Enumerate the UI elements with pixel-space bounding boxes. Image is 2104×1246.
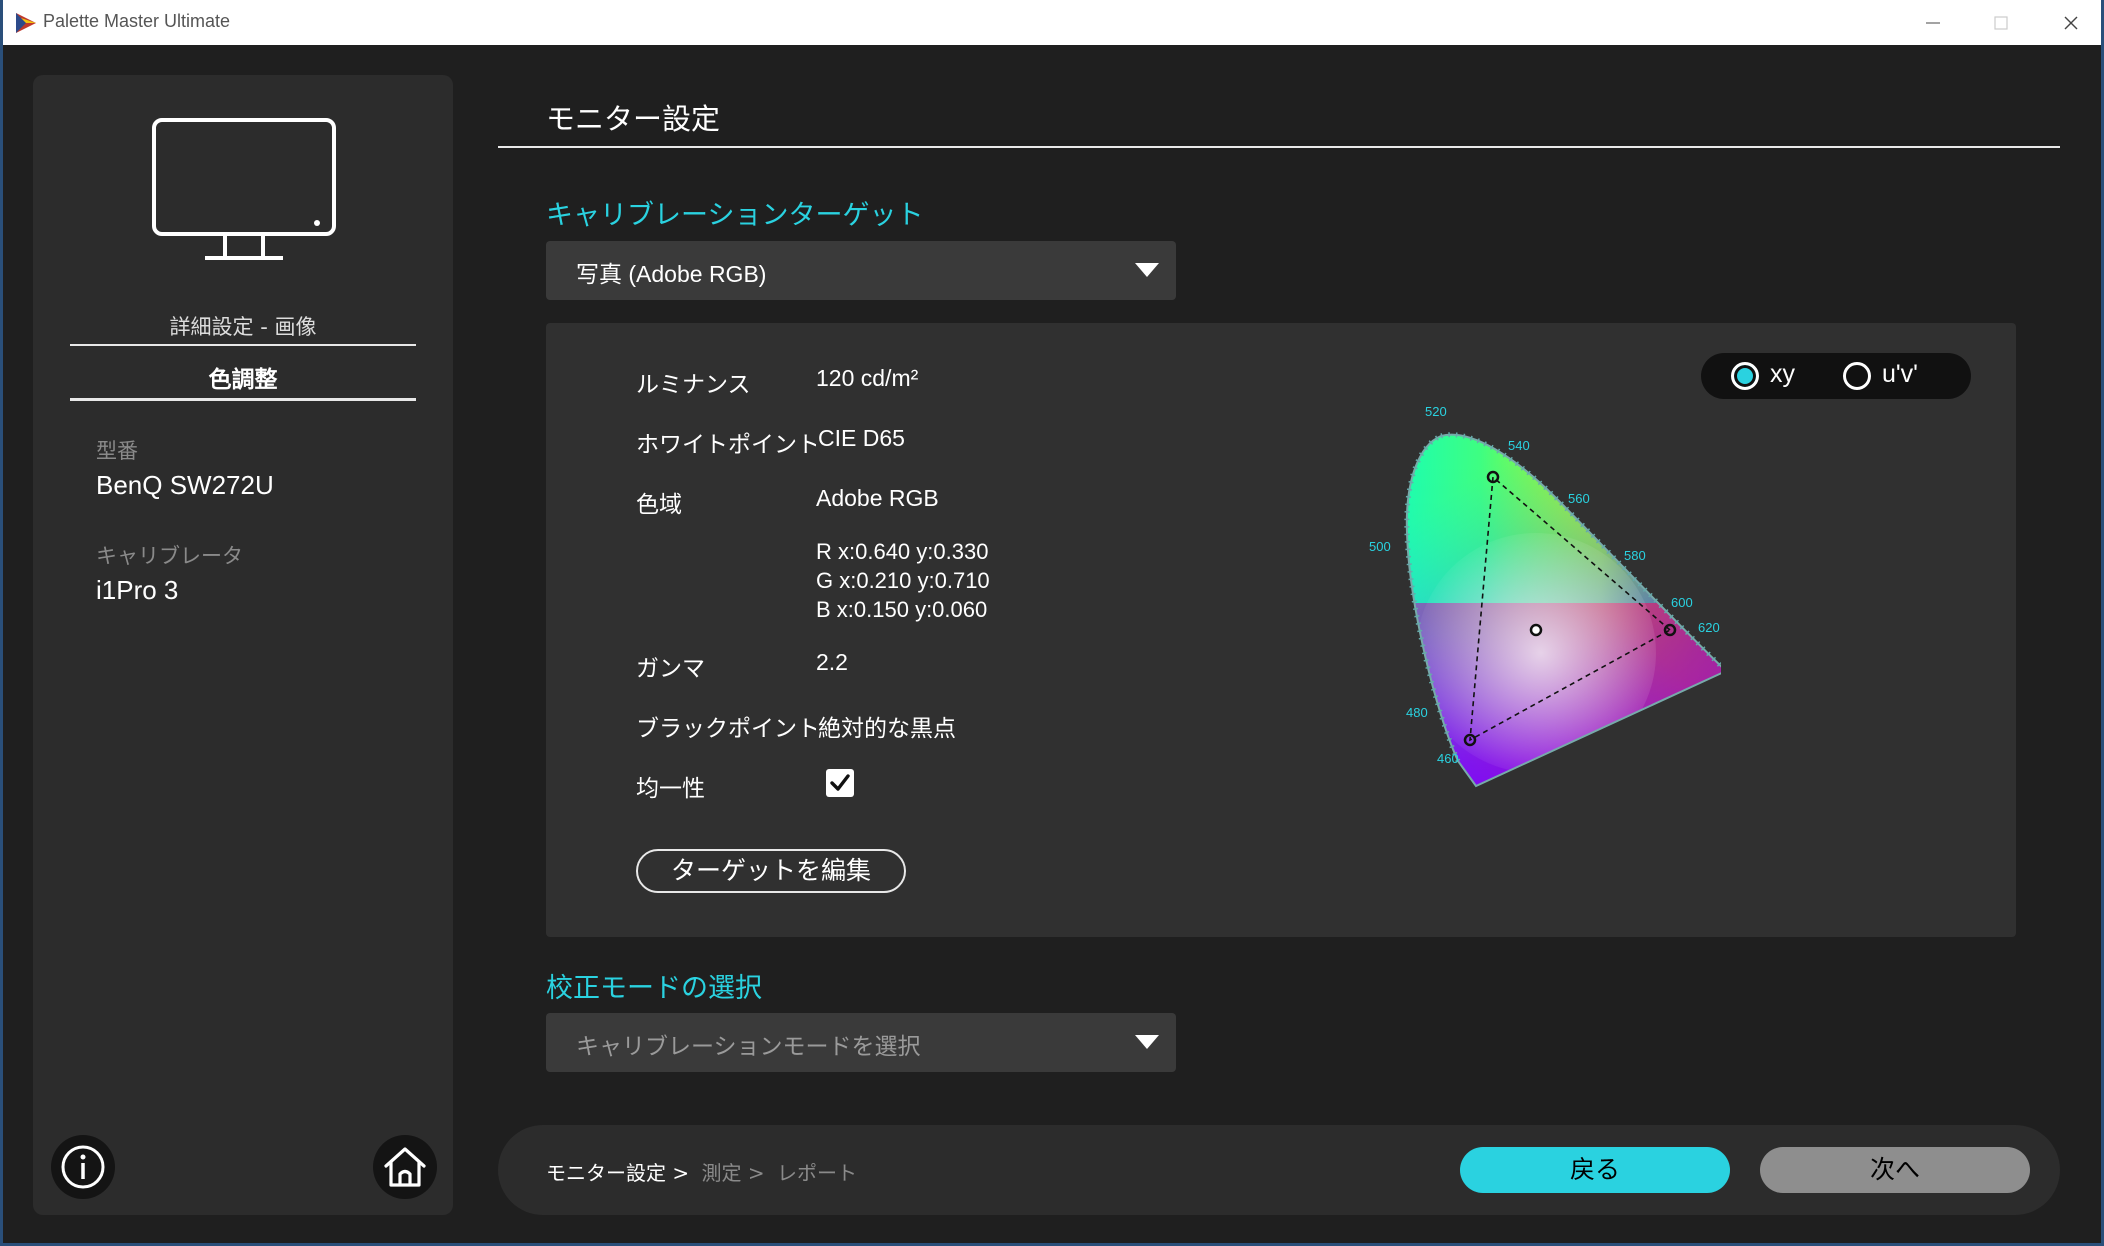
calibrator-value: i1Pro 3 xyxy=(96,575,179,605)
maximize-icon xyxy=(1994,16,2008,30)
info-icon xyxy=(61,1145,105,1189)
model-value: BenQ SW272U xyxy=(96,470,274,500)
calibration-target-dropdown[interactable]: 写真 (Adobe RGB) xyxy=(546,241,1176,300)
blackpoint-value: 絶対的な黒点 xyxy=(816,709,956,743)
sidebar-divider xyxy=(70,344,416,346)
chevron-down-icon xyxy=(1135,263,1159,277)
bottom-navigation-bar: モニター設定 > 測定 > レポート 戻る 次へ xyxy=(498,1125,2060,1215)
wavelength-label: 480 xyxy=(1406,705,1428,720)
model-label: 型番 xyxy=(96,439,138,463)
primary-green: G x:0.210 y:0.710 xyxy=(816,568,990,593)
sidebar-divider xyxy=(70,398,416,401)
window-title: Palette Master Ultimate xyxy=(43,11,231,31)
uniformity-label: 均一性 xyxy=(636,776,705,802)
back-button[interactable]: 戻る xyxy=(1460,1147,1730,1193)
wavelength-label: 600 xyxy=(1671,595,1693,610)
luminance-label: ルミナンス xyxy=(636,372,751,398)
chevron-down-icon xyxy=(1135,1035,1159,1049)
radio-uv[interactable] xyxy=(1843,362,1871,390)
sidebar-breadcrumb: 詳細設定 - 画像 xyxy=(169,315,317,339)
sidebar-section-title: 色調整 xyxy=(208,367,278,393)
blackpoint-label: ブラックポイント xyxy=(636,716,820,742)
gamut-value: Adobe RGB xyxy=(816,485,939,511)
calibration-target-value: 写真 (Adobe RGB) xyxy=(576,261,767,287)
wavelength-label: 500 xyxy=(1369,539,1391,554)
luminance-value: 120 cd/m² xyxy=(816,365,919,391)
uniformity-checkbox[interactable] xyxy=(826,769,854,797)
close-button[interactable] xyxy=(2051,6,2091,40)
info-button[interactable] xyxy=(51,1135,115,1199)
app-logo-icon xyxy=(16,13,36,33)
calibration-target-heading: キャリブレーションターゲット xyxy=(546,200,924,231)
primary-blue: B x:0.150 y:0.060 xyxy=(816,597,988,622)
minimize-icon xyxy=(1926,22,1940,24)
calibrator-label: キャリブレータ xyxy=(96,544,243,568)
next-button[interactable]: 次へ xyxy=(1760,1147,2030,1193)
step-monitor-settings: モニター設定 > xyxy=(546,1161,690,1185)
wavelength-label: 580 xyxy=(1624,548,1646,563)
gamma-value: 2.2 xyxy=(816,649,848,675)
radio-xy-label: xy xyxy=(1770,360,1795,388)
radio-uv-label: u'v' xyxy=(1882,360,1918,388)
wavelength-label: 620 xyxy=(1698,620,1720,635)
home-icon xyxy=(384,1147,426,1187)
title-bar: Palette Master Ultimate xyxy=(3,0,2101,45)
page-title: モニター設定 xyxy=(546,102,721,136)
wavelength-label: 540 xyxy=(1508,438,1530,453)
primary-red: R x:0.640 y:0.330 xyxy=(816,539,989,564)
cie-chromaticity-diagram: 520 540 560 580 600 620 500 480 460 xyxy=(1369,404,1721,788)
title-divider xyxy=(498,146,2060,148)
gamma-label: ガンマ xyxy=(636,656,705,682)
wavelength-label: 520 xyxy=(1425,404,1447,419)
step-measurement: 測定 > xyxy=(701,1161,765,1185)
wizard-steps: モニター設定 > 測定 > レポート xyxy=(546,1157,863,1186)
whitepoint-label: ホワイトポイント xyxy=(636,432,820,458)
close-icon xyxy=(2064,16,2078,30)
target-details-panel: ルミナンス 120 cd/m² ホワイトポイント CIE D65 色域 Adob… xyxy=(546,323,2016,937)
sidebar: 詳細設定 - 画像 色調整 型番 BenQ SW272U キャリブレータ i1P… xyxy=(33,75,453,1215)
edit-target-button[interactable]: ターゲットを編集 xyxy=(636,849,906,893)
calibration-mode-heading: 校正モードの選択 xyxy=(546,973,762,1004)
step-report: レポート xyxy=(776,1161,857,1185)
wavelength-label: 460 xyxy=(1437,751,1459,766)
minimize-button[interactable] xyxy=(1913,6,1953,40)
maximize-button[interactable] xyxy=(1981,6,2021,40)
home-button[interactable] xyxy=(373,1135,437,1199)
calibration-mode-dropdown[interactable]: キャリブレーションモードを選択 xyxy=(546,1013,1176,1072)
radio-xy[interactable] xyxy=(1731,362,1759,390)
chart-mode-toggle: xy u'v' xyxy=(1701,353,1971,399)
white-point-marker xyxy=(1529,623,1543,637)
calibration-mode-placeholder: キャリブレーションモードを選択 xyxy=(576,1033,921,1059)
wavelength-label: 560 xyxy=(1568,491,1590,506)
whitepoint-value: CIE D65 xyxy=(816,425,905,452)
app-window: Palette Master Ultimate 詳細設定 - 画像 色調整 型番… xyxy=(3,0,2101,1243)
monitor-icon xyxy=(152,118,336,260)
gamut-label: 色域 xyxy=(636,492,682,518)
checkmark-icon xyxy=(830,774,850,791)
